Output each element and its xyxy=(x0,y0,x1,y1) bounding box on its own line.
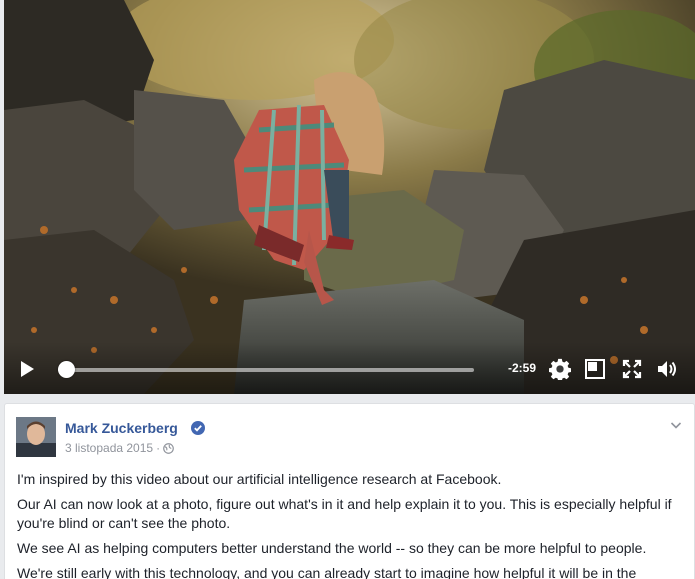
post-body: I'm inspired by this video about our art… xyxy=(17,470,685,579)
chevron-down-icon[interactable] xyxy=(670,418,682,430)
settings-gear-icon[interactable] xyxy=(548,358,572,382)
scrubber-handle[interactable] xyxy=(58,361,76,378)
post-date-link[interactable]: 3 listopada 2015 xyxy=(65,441,153,455)
author-name-link[interactable]: Mark Zuckerberg xyxy=(65,420,178,436)
post-paragraph: I'm inspired by this video about our art… xyxy=(17,471,502,487)
meta-separator: · xyxy=(156,441,161,455)
verified-badge-icon xyxy=(191,421,205,435)
volume-icon[interactable] xyxy=(656,358,680,380)
mini-player-icon[interactable] xyxy=(585,359,605,379)
post-paragraph: We're still early with this technology, … xyxy=(17,565,637,579)
video-controls-bar: -2:59 xyxy=(4,342,695,394)
globe-icon[interactable] xyxy=(163,443,174,454)
post-paragraph: Our AI can now look at a photo, figure o… xyxy=(17,496,672,531)
post-paragraph: We see AI as helping computers better un… xyxy=(17,540,647,556)
play-icon[interactable] xyxy=(18,360,36,378)
video-frame-forest-child-stream xyxy=(4,0,695,394)
time-remaining: -2:59 xyxy=(508,361,537,375)
avatar[interactable] xyxy=(16,417,56,457)
progress-bar[interactable] xyxy=(58,368,474,372)
fullscreen-icon[interactable] xyxy=(622,359,642,379)
video-player[interactable]: -2:59 xyxy=(4,0,695,394)
post-card: Mark Zuckerberg 3 listopada 2015 · I'm in… xyxy=(4,403,695,579)
post-meta: 3 listopada 2015 · xyxy=(65,441,174,455)
